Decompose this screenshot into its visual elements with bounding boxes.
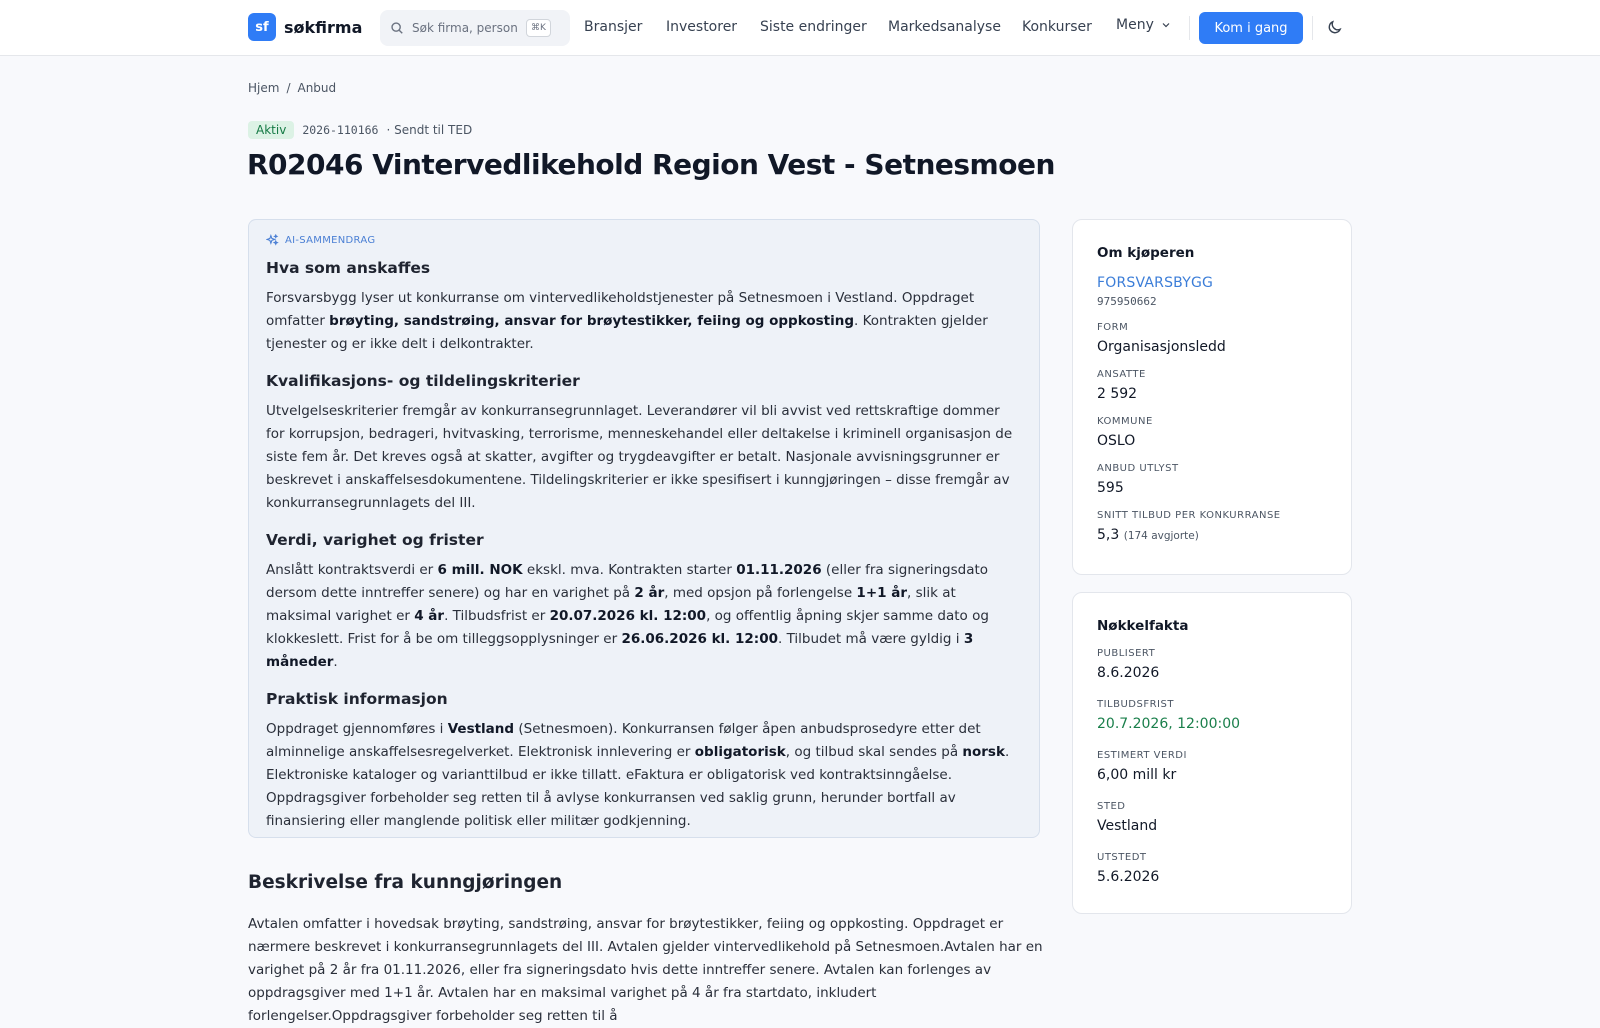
form-value: Organisasjonsledd [1097, 339, 1226, 355]
ai-summary-label: AI-SAMMENDRAG [266, 234, 1022, 247]
nav-markedsanalyse[interactable]: Markedsanalyse [888, 19, 1001, 35]
buyer-card: Om kjøperen FORSVARSBYGG 975950662 FORM … [1072, 219, 1352, 575]
section-text-criteria: Utvelgelseskriterier fremgår av konkurra… [266, 403, 1013, 511]
search-box[interactable]: ⌘K [380, 10, 570, 46]
nav-investorer[interactable]: Investorer [666, 19, 737, 35]
estimated-value: 6,00 mill kr [1097, 767, 1177, 783]
search-input[interactable] [412, 21, 518, 35]
issued-value: 5.6.2026 [1097, 869, 1160, 885]
search-shortcut-hint: ⌘K [526, 19, 551, 37]
breadcrumb-home[interactable]: Hjem [248, 81, 279, 95]
key-facts-heading: Nøkkelfakta [1097, 618, 1189, 634]
avg-bids-note: (174 avgjorte) [1123, 530, 1199, 542]
issued-label: UTSTEDT [1097, 852, 1147, 863]
breadcrumb-separator: / [286, 81, 291, 95]
ai-summary-label-text: AI-SAMMENDRAG [285, 235, 376, 246]
employees-label: ANSATTE [1097, 369, 1146, 380]
avg-bids-label: SNITT TILBUD PER KONKURRANSE [1097, 510, 1281, 521]
nav-bransjer[interactable]: Bransjer [584, 19, 642, 35]
breadcrumb-anbud[interactable]: Anbud [297, 81, 336, 95]
menu-dropdown-button[interactable]: Meny [1116, 17, 1172, 33]
sent-status: · Sendt til TED [386, 123, 473, 137]
divider [1189, 16, 1190, 40]
page-title: R02046 Vintervedlikehold Region Vest - S… [247, 148, 1055, 181]
logo[interactable]: sf søkfirma [248, 13, 362, 41]
section-heading-value: Verdi, varighet og frister [266, 531, 484, 549]
place-value: Vestland [1097, 818, 1158, 834]
get-started-button[interactable]: Kom i gang [1199, 12, 1303, 44]
tenders-value: 595 [1097, 480, 1124, 496]
section-heading-practical: Praktisk informasjon [266, 690, 448, 708]
buyer-name-link[interactable]: FORSVARSBYGG [1097, 275, 1327, 291]
deadline-value: 20.7.2026, 12:00:00 [1097, 716, 1241, 732]
search-icon [391, 22, 403, 34]
ai-summary-box: AI-SAMMENDRAG Hva som anskaffes Forsvars… [248, 219, 1040, 838]
description-heading: Beskrivelse fra kunngjøringen [248, 872, 563, 893]
tender-id: 2026-110166 [302, 123, 379, 137]
section-text-procurement: Forsvarsbygg lyser ut konkurranse om vin… [266, 290, 988, 352]
description-text: Avtalen omfatter i hovedsak brøyting, sa… [248, 916, 1043, 1024]
deadline-label: TILBUDSFRIST [1097, 699, 1174, 710]
form-label: FORM [1097, 322, 1129, 333]
top-navigation-bar: sf søkfirma ⌘K Bransjer Investorer Siste… [0, 0, 1600, 56]
chevron-down-icon [1162, 23, 1170, 28]
logo-badge: sf [248, 13, 276, 41]
section-heading-procurement: Hva som anskaffes [266, 259, 431, 277]
place-label: STED [1097, 801, 1126, 812]
avg-bids-value: 5,3 (174 avgjorte) [1097, 527, 1199, 543]
section-text-practical: Oppdraget gjennomføres i Vestland (Setne… [266, 721, 1010, 829]
municipality-value: OSLO [1097, 433, 1136, 449]
buyer-org-number: 975950662 [1097, 295, 1157, 308]
published-value: 8.6.2026 [1097, 665, 1160, 681]
section-text-value: Anslått kontraktsverdi er 6 mill. NOK ek… [266, 562, 989, 670]
estimated-value-label: ESTIMERT VERDI [1097, 750, 1187, 761]
status-badge: Aktiv [248, 121, 295, 139]
divider [1312, 16, 1313, 40]
sparkle-icon [266, 234, 279, 246]
published-label: PUBLISERT [1097, 648, 1156, 659]
menu-label: Meny [1116, 17, 1154, 33]
tender-meta: Aktiv 2026-110166 · Sendt til TED [248, 121, 472, 139]
section-heading-criteria: Kvalifikasjons- og tildelingskriterier [266, 372, 580, 390]
nav-konkurser[interactable]: Konkurser [1022, 19, 1092, 35]
key-facts-card: Nøkkelfakta PUBLISERT 8.6.2026 TILBUDSFR… [1072, 592, 1352, 914]
municipality-label: KOMMUNE [1097, 416, 1153, 427]
nav-siste-endringer[interactable]: Siste endringer [760, 19, 867, 35]
tenders-label: ANBUD UTLYST [1097, 463, 1179, 474]
logo-text: søkfirma [284, 17, 363, 37]
breadcrumb: Hjem / Anbud [248, 81, 336, 95]
buyer-card-heading: Om kjøperen [1097, 245, 1195, 261]
dark-mode-toggle-icon[interactable] [1326, 19, 1343, 36]
employees-value: 2 592 [1097, 386, 1138, 402]
